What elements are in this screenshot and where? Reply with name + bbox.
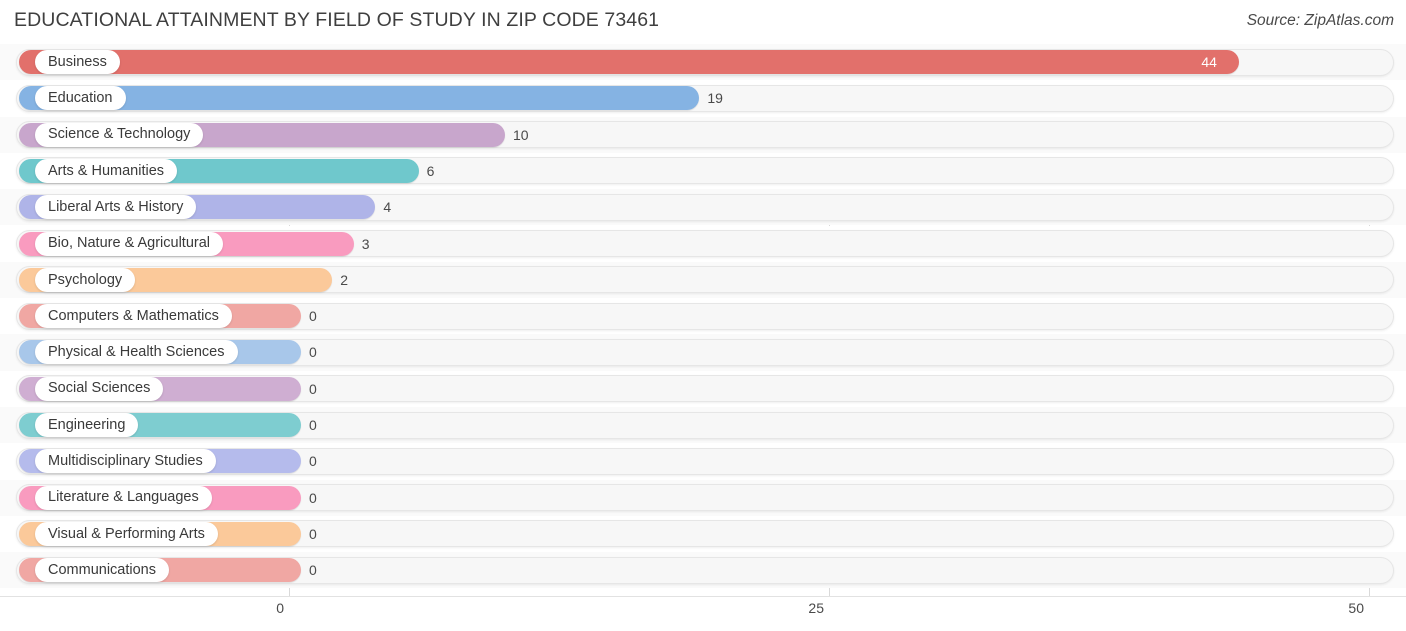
chart-row: Psychology 2 — [0, 261, 1406, 299]
category-label-pill: Social Sciences — [35, 376, 164, 401]
axis-top-rule — [0, 596, 1406, 597]
value-label: 0 — [309, 308, 317, 325]
category-label-pill: Multidisciplinary Studies — [35, 449, 216, 474]
value-label: 0 — [309, 489, 317, 506]
category-label: Computers & Mathematics — [48, 307, 219, 324]
category-label: Communications — [48, 561, 156, 578]
category-label-pill: Communications — [35, 558, 169, 583]
value-label: 6 — [426, 162, 435, 179]
category-label-pill: Physical & Health Sciences — [35, 340, 238, 365]
category-label: Visual & Performing Arts — [48, 525, 205, 542]
value-label: 44 — [1201, 54, 1217, 70]
category-label: Education — [48, 90, 113, 107]
source-label: Source: ZipAtlas.com — [1246, 12, 1394, 29]
category-label-pill: Computers & Mathematics — [35, 304, 232, 329]
axis-tick-label: 25 — [808, 600, 824, 616]
axis-tick-label: 50 — [1348, 600, 1364, 616]
category-label-pill: Literature & Languages — [35, 485, 212, 510]
value-label: 10 — [513, 126, 529, 143]
value-bar[interactable] — [19, 50, 1240, 74]
category-label: Physical & Health Sciences — [48, 344, 225, 361]
chart-row: Science & Technology 10 — [0, 116, 1406, 153]
chart-header: EDUCATIONAL ATTAINMENT BY FIELD OF STUDY… — [0, 0, 1406, 42]
value-label: 0 — [309, 562, 317, 579]
value-label: 0 — [309, 417, 317, 433]
axis-tick-label: 0 — [276, 600, 284, 616]
value-label: 0 — [309, 380, 317, 397]
category-label-pill: Engineering — [35, 413, 139, 437]
category-label-pill: Psychology — [35, 267, 136, 292]
chart-row: Bio, Nature & Agricultural 3 — [0, 225, 1406, 262]
category-label: Business — [48, 53, 107, 70]
category-label: Social Sciences — [48, 380, 151, 397]
category-label: Multidisciplinary Studies — [48, 453, 203, 470]
category-label: Bio, Nature & Agricultural — [48, 235, 210, 252]
chart-row: Computers & Mathematics 0 — [0, 298, 1406, 335]
category-label: Psychology — [48, 271, 123, 288]
value-label: 0 — [309, 344, 317, 361]
value-label: 2 — [340, 271, 348, 288]
category-label-pill: Liberal Arts & History — [35, 195, 197, 220]
category-label: Liberal Arts & History — [48, 198, 184, 215]
value-label: 19 — [707, 90, 723, 107]
chart-row: Physical & Health Sciences 0 — [0, 334, 1406, 371]
category-label-pill: Science & Technology — [35, 122, 204, 147]
x-axis: 0 25 50 — [0, 596, 1406, 631]
category-label: Arts & Humanities — [48, 162, 165, 179]
chart-row: Communications 0 — [0, 552, 1406, 589]
category-label-pill: Education — [35, 86, 126, 111]
category-label-pill: Business — [35, 50, 120, 74]
category-label-pill: Bio, Nature & Agricultural — [35, 231, 223, 256]
chart-row: Literature & Languages 0 — [0, 479, 1406, 516]
chart-row: Business 44 — [0, 44, 1406, 81]
chart-row: Liberal Arts & History 4 — [0, 189, 1406, 226]
category-label: Literature & Languages — [48, 489, 199, 506]
chart-row: Multidisciplinary Studies 0 — [0, 443, 1406, 480]
chart-plot-area: Business 44 Education 19 Science & Technolog… — [0, 44, 1406, 596]
chart-row: Social Sciences 0 — [0, 370, 1406, 407]
category-label: Engineering — [48, 416, 126, 433]
category-label: Science & Technology — [48, 126, 191, 143]
value-label: 3 — [361, 235, 370, 252]
category-label-pill: Arts & Humanities — [35, 158, 178, 183]
bar-rows: Business 44 Education 19 Science & Technolog… — [0, 44, 1406, 596]
category-label-pill: Visual & Performing Arts — [35, 521, 218, 546]
chart-row: Visual & Performing Arts 0 — [0, 515, 1406, 553]
value-label: 0 — [309, 453, 317, 470]
value-label: 0 — [309, 525, 317, 542]
value-label: 4 — [383, 199, 392, 216]
page-title: EDUCATIONAL ATTAINMENT BY FIELD OF STUDY… — [14, 9, 660, 31]
chart-row: Arts & Humanities 6 — [0, 152, 1406, 190]
chart-row: Engineering 0 — [0, 407, 1406, 444]
chart-row: Education 19 — [0, 80, 1406, 117]
